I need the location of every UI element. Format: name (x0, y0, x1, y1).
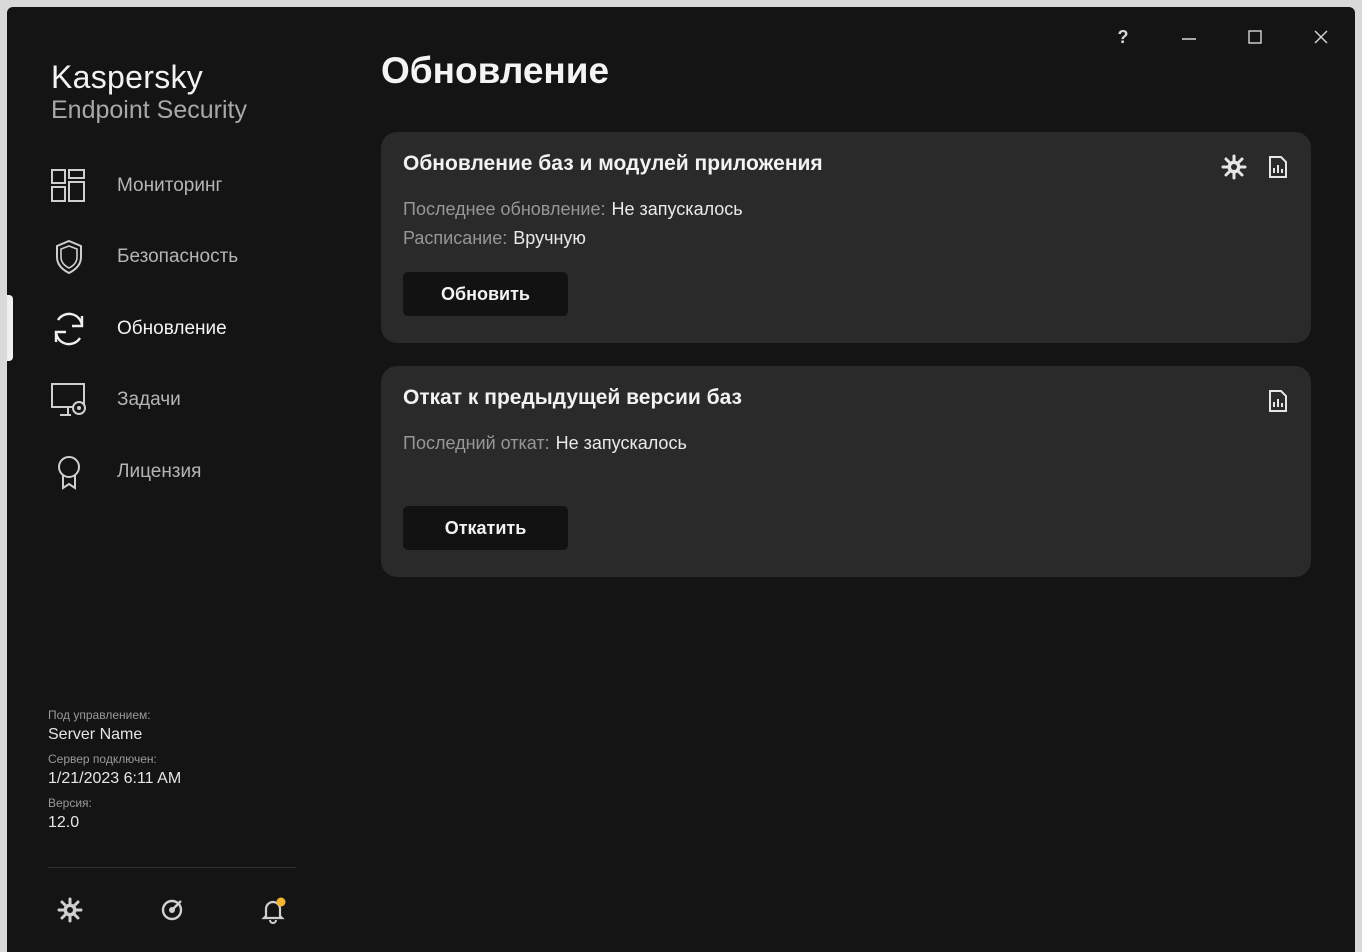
sidebar-item-label: Мониторинг (117, 175, 223, 196)
sidebar-item-monitoring[interactable]: Мониторинг (7, 158, 337, 214)
report-icon[interactable] (1265, 154, 1291, 180)
report-icon[interactable] (1265, 388, 1291, 414)
sidebar-item-license[interactable]: Лицензия (7, 444, 337, 500)
sidebar-divider (48, 867, 296, 868)
managed-caption: Под управлением: (48, 708, 151, 722)
last-rollback-value: Не запускалось (555, 433, 687, 453)
help-label: ? (1117, 26, 1129, 47)
dashboard-icon (51, 169, 85, 202)
help-button[interactable]: ? (1090, 17, 1156, 57)
schedule-row: Расписание: Вручную (403, 228, 586, 249)
settings-icon[interactable] (1221, 154, 1247, 180)
shield-icon (56, 239, 82, 275)
minimize-button[interactable] (1156, 17, 1222, 57)
award-icon (58, 456, 80, 490)
support-button[interactable] (152, 892, 192, 928)
version-value: 12.0 (48, 814, 80, 831)
update-button[interactable]: Обновить (403, 272, 568, 316)
last-rollback-label: Последний откат: (403, 433, 550, 453)
last-update-label: Последнее обновление: (403, 199, 606, 219)
sidebar-item-label: Лицензия (117, 461, 202, 482)
sidebar-item-label: Задачи (117, 389, 181, 410)
minimize-icon (1182, 38, 1196, 40)
notifications-icon (261, 897, 286, 924)
sidebar-item-tasks[interactable]: Задачи (7, 372, 337, 428)
close-button[interactable] (1288, 17, 1354, 57)
connected-time: 1/21/2023 6:11 AM (48, 770, 182, 787)
card-title: Обновление баз и модулей приложения (403, 152, 823, 175)
app-window: ? Kaspersky Endpoint Security Мониторинг… (7, 7, 1355, 952)
card-title: Откат к предыдущей версии баз (403, 386, 742, 409)
page-title: Обновление (381, 50, 610, 91)
rollback-card: Откат к предыдущей версии баз Последний … (381, 366, 1311, 577)
maximize-button[interactable] (1222, 17, 1288, 57)
app-logo-name: Kaspersky (51, 59, 204, 95)
sidebar-item-security[interactable]: Безопасность (7, 229, 337, 285)
managed-server-name: Server Name (48, 726, 143, 743)
last-update-row: Последнее обновление: Не запускалось (403, 199, 743, 220)
notification-dot (276, 897, 286, 907)
product-name: Endpoint Security (51, 96, 247, 124)
schedule-value: Вручную (513, 228, 586, 248)
settings-button[interactable] (50, 892, 90, 928)
sidebar-item-update[interactable]: Обновление (7, 301, 337, 357)
refresh-icon (54, 312, 84, 346)
rollback-button[interactable]: Откатить (403, 506, 568, 550)
notifications-button[interactable] (253, 892, 293, 928)
version-caption: Версия: (48, 796, 92, 810)
schedule-label: Расписание: (403, 228, 508, 248)
settings-icon (57, 897, 83, 923)
last-update-value: Не запускалось (611, 199, 743, 219)
connected-caption: Сервер подключен: (48, 752, 157, 766)
sidebar-item-label: Безопасность (117, 246, 239, 267)
support-icon (161, 899, 183, 921)
monitor-gear-icon (51, 383, 86, 416)
last-rollback-row: Последний откат: Не запускалось (403, 433, 687, 454)
update-databases-card: Обновление баз и модулей приложения Посл… (381, 132, 1311, 343)
close-icon (1314, 30, 1328, 44)
sidebar-item-label: Обновление (117, 318, 227, 339)
maximize-icon (1248, 30, 1262, 44)
